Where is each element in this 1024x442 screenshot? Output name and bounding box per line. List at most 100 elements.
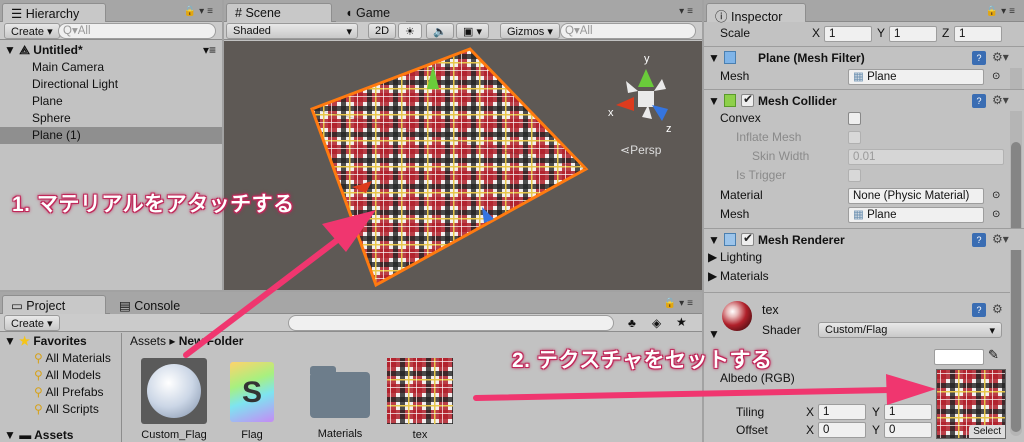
mesh-collider-title: Mesh Collider xyxy=(758,94,837,108)
scale-x-field[interactable]: 1 xyxy=(824,26,872,42)
select-texture-button[interactable]: Select xyxy=(969,425,1005,438)
scrollbar-thumb[interactable] xyxy=(1011,142,1021,432)
offset-x-field[interactable]: 0 xyxy=(818,422,866,438)
scene-search-input[interactable]: Q▾All xyxy=(560,23,696,39)
search-icon: ⚲ xyxy=(34,402,43,416)
project-menu-icon[interactable]: 🔒▾≡ xyxy=(664,298,696,309)
hierarchy-item-plane[interactable]: Plane xyxy=(0,93,222,110)
gear-icon[interactable]: ⚙ xyxy=(992,302,1003,316)
tab-console[interactable]: ▤ Console xyxy=(110,295,200,314)
filter-type-icon[interactable]: ♣ xyxy=(628,316,636,330)
scene-root[interactable]: ▼ ⟁ Untitled* ▾≡ xyxy=(0,42,222,59)
shading-dropdown[interactable]: Shaded ▾ xyxy=(226,23,358,39)
effects-dropdown[interactable]: ▣ ▾ xyxy=(456,23,489,39)
hierarchy-search-input[interactable]: Q▾All xyxy=(58,23,216,39)
mesh-filter-header[interactable]: ▼ Plane (Mesh Filter) ? ⚙▾ xyxy=(704,46,1024,68)
tab-scene[interactable]: # Scene xyxy=(226,3,332,22)
hierarchy-item-main-camera[interactable]: Main Camera xyxy=(0,59,222,76)
hierarchy-item-directional-light[interactable]: Directional Light xyxy=(0,76,222,93)
mesh-collider-enabled-checkbox[interactable] xyxy=(741,92,754,107)
object-picker-icon[interactable]: ⊙ xyxy=(992,206,1000,223)
help-book-icon[interactable]: ? xyxy=(972,94,986,108)
filter-label-icon[interactable]: ◈ xyxy=(652,316,661,330)
mode-2d-button[interactable]: 2D xyxy=(368,23,397,39)
asset-label: Flag xyxy=(241,429,263,441)
hierarchy-item-plane-1[interactable]: Plane (1) xyxy=(0,127,222,144)
mesh-collider-header[interactable]: ▼ Mesh Collider ? ⚙▾ xyxy=(704,89,1024,111)
offset-y-field[interactable]: 0 xyxy=(884,422,932,438)
material-row: Material None (Physic Material) ⊙ xyxy=(704,187,1024,204)
lock-menu-icon[interactable]: 🔒▾≡ xyxy=(184,6,216,17)
mesh-renderer-enabled-checkbox[interactable] xyxy=(741,231,754,246)
favorite-all-models[interactable]: ⚲ All Models xyxy=(0,367,121,384)
tiling-y-field[interactable]: 1 xyxy=(884,404,932,420)
shader-file-icon: S xyxy=(230,362,274,422)
project-create-button[interactable]: Create ▾ xyxy=(4,315,60,331)
inspector-lock-icon[interactable]: 🔒▾≡ xyxy=(986,6,1018,17)
texture-slot[interactable]: Select xyxy=(936,369,1006,439)
scale-row: Scale X 1 Y 1 Z 1 xyxy=(704,25,1024,42)
audio-toggle[interactable]: 🔈 xyxy=(426,23,454,39)
eyedropper-icon[interactable]: ✎ xyxy=(988,347,999,363)
gear-icon[interactable]: ⚙▾ xyxy=(992,50,1009,64)
asset-custom-flag[interactable]: Custom_Flag xyxy=(138,358,210,442)
convex-checkbox[interactable] xyxy=(848,112,861,125)
gizmos-dropdown[interactable]: Gizmos ▾ xyxy=(500,23,560,39)
image-icon: ▣ xyxy=(463,26,474,38)
hierarchy-panel: ☰ Hierarchy 🔒▾≡ Create ▾ Q▾All ▼ ⟁ Untit… xyxy=(0,0,222,290)
tiling-x-field[interactable]: 1 xyxy=(818,404,866,420)
mesh-filter-mesh-field[interactable]: ▦ Plane xyxy=(848,69,984,85)
breadcrumb-new-folder[interactable]: New Folder xyxy=(179,334,244,348)
materials-foldout[interactable]: ▶ Materials xyxy=(704,268,1024,285)
scale-x-label: X xyxy=(812,26,821,40)
tab-inspector[interactable]: ⓘ Inspector xyxy=(706,3,806,24)
shader-dropdown[interactable]: Custom/Flag ▾ xyxy=(818,322,1002,338)
material-label: Material xyxy=(720,188,763,202)
help-book-icon[interactable]: ? xyxy=(972,51,986,65)
tab-project[interactable]: ▭ Project xyxy=(2,295,106,314)
material-field[interactable]: None (Physic Material) xyxy=(848,188,984,204)
help-book-icon[interactable]: ? xyxy=(972,233,986,247)
sphere-thumbnail-icon xyxy=(141,358,207,424)
gear-icon[interactable]: ⚙▾ xyxy=(992,232,1009,246)
favorite-all-scripts[interactable]: ⚲ All Scripts xyxy=(0,401,121,418)
favorite-all-materials[interactable]: ⚲ All Materials xyxy=(0,350,121,367)
axis-y-label: y xyxy=(644,53,650,65)
project-search-input[interactable] xyxy=(288,315,614,331)
scale-z-field[interactable]: 1 xyxy=(954,26,1002,42)
object-picker-icon[interactable]: ⊙ xyxy=(992,187,1000,204)
gear-icon[interactable]: ⚙▾ xyxy=(992,93,1009,107)
assets-root-label: Assets xyxy=(34,428,74,442)
asset-materials-folder[interactable]: Materials xyxy=(302,358,378,442)
favorite-all-prefabs[interactable]: ⚲ All Prefabs xyxy=(0,384,121,401)
hierarchy-create-button[interactable]: Create ▾ xyxy=(4,23,60,39)
scene-menu-icon[interactable]: ▾≡ xyxy=(679,6,696,17)
scene-menu-icon[interactable]: ▾≡ xyxy=(203,42,216,59)
scene-viewport[interactable]: y x z ⋖Persp xyxy=(224,41,702,290)
lighting-toggle[interactable]: ☀ xyxy=(398,23,422,39)
expand-arrow-icon[interactable]: ▼ xyxy=(708,327,720,341)
favorite-star-icon[interactable]: ★ xyxy=(676,315,687,329)
convex-row: Convex xyxy=(704,110,1024,127)
project-toolbar: Create ▾ ♣ ◈ ★ xyxy=(0,314,702,332)
assets-root[interactable]: ▼ ▬ Assets xyxy=(0,427,121,442)
hierarchy-item-sphere[interactable]: Sphere xyxy=(0,110,222,127)
scale-y-field[interactable]: 1 xyxy=(889,26,937,42)
help-book-icon[interactable]: ? xyxy=(972,303,986,317)
color-swatch[interactable] xyxy=(934,349,984,365)
object-picker-icon[interactable]: ⊙ xyxy=(992,68,1000,85)
breadcrumb-assets[interactable]: Assets xyxy=(130,334,166,348)
favorites-header[interactable]: ▼ ★ Favorites xyxy=(0,333,121,350)
lighting-foldout[interactable]: ▶ Lighting xyxy=(704,249,1024,266)
grid-icon: # xyxy=(235,6,242,20)
tab-game[interactable]: ◖ Game xyxy=(336,3,406,22)
is-trigger-label: Is Trigger xyxy=(736,168,787,182)
collider-mesh-field[interactable]: ▦ Plane xyxy=(848,207,984,223)
mesh-renderer-header[interactable]: ▼ Mesh Renderer ? ⚙▾ xyxy=(704,228,1024,250)
asset-flag[interactable]: S Flag xyxy=(216,358,288,442)
persp-toggle[interactable]: ⋖Persp xyxy=(620,143,661,157)
tab-console-label: Console xyxy=(134,299,181,313)
asset-tex[interactable]: tex xyxy=(384,358,456,442)
tab-hierarchy[interactable]: ☰ Hierarchy xyxy=(2,3,106,22)
shader-label: Shader xyxy=(762,323,801,337)
